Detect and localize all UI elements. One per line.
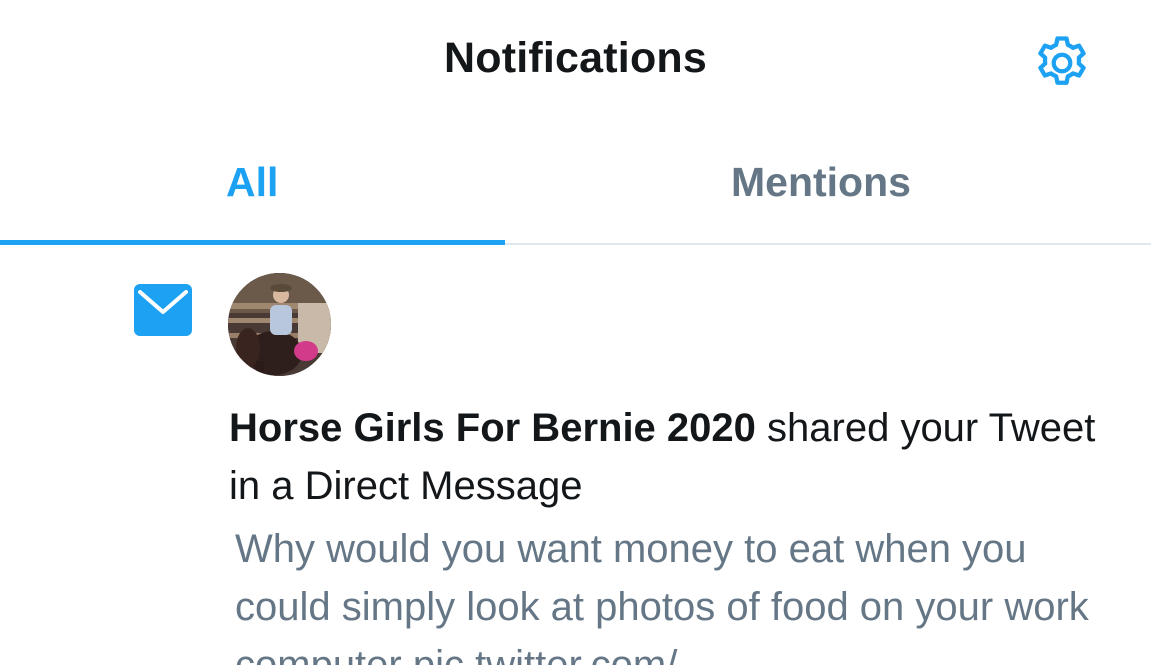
avatar[interactable] [228,273,331,376]
envelope-icon [134,284,192,336]
tab-all[interactable]: All [0,125,505,245]
page-title: Notifications [444,34,707,82]
tweet-preview-text: Why would you want money to eat when you… [235,527,1089,665]
tab-bar: All Mentions [0,125,1151,245]
notifications-screen: Notifications All Mentions Horse Girls F… [0,0,1151,665]
gear-icon [1038,36,1086,85]
tab-all-label: All [226,159,279,205]
notification-text: Horse Girls For Bernie 2020 shared your … [229,399,1109,515]
tab-mentions-label: Mentions [731,159,911,205]
header: Notifications [0,0,1151,125]
tab-mentions[interactable]: Mentions [505,125,1151,243]
notification-item[interactable]: Horse Girls For Bernie 2020 shared your … [0,245,1151,665]
user-name-link[interactable]: Horse Girls For Bernie 2020 [229,406,756,450]
settings-button[interactable] [1030,31,1094,95]
